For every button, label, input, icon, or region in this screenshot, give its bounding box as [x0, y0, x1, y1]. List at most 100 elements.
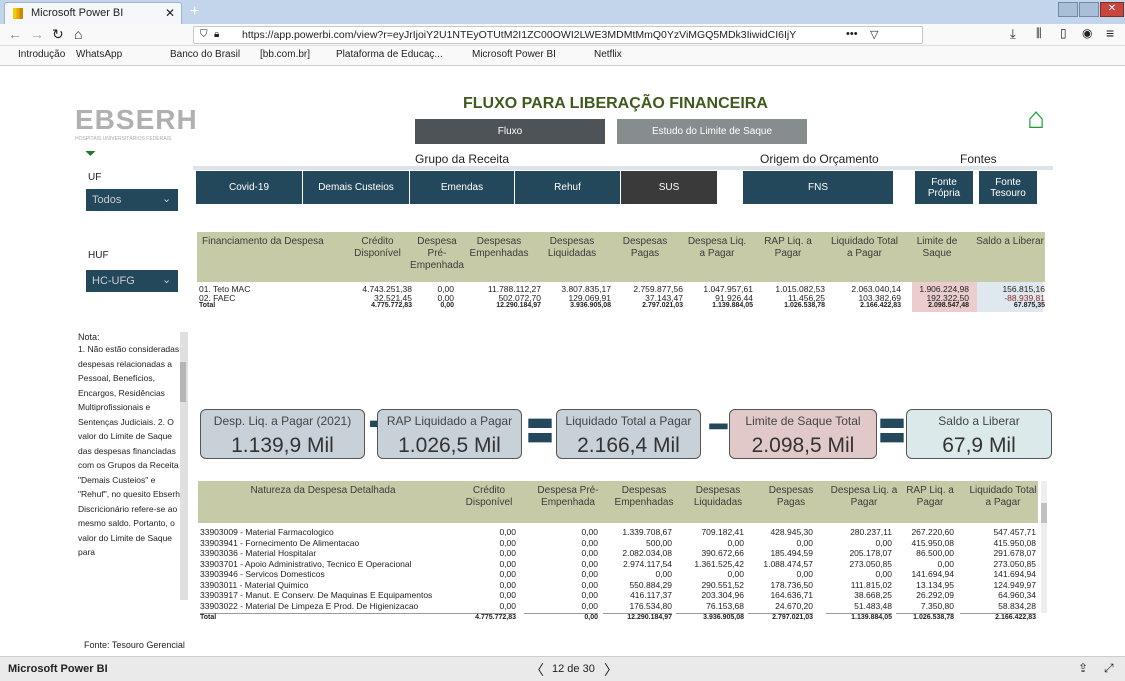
table1-total-cell: 3.936.905,08 [570, 302, 611, 309]
ebserh-logo: EBSERH HOSPITAIS UNIVERSITÁRIOS FEDERAIS [75, 104, 198, 142]
table2-header-cell[interactable]: Despesa Pré-Empenhada [530, 485, 606, 509]
more-actions-icon[interactable]: ••• [846, 28, 858, 40]
table1-total-cell: Total [199, 302, 216, 309]
table2-cell: 0,00 [581, 527, 598, 537]
table2-cell: 0,00 [499, 579, 516, 590]
tab-close-icon[interactable]: ✕ [165, 6, 175, 20]
table2-header-cell[interactable]: Natureza da Despesa Detalhada [198, 485, 448, 497]
table2-cell: 0,00 [581, 569, 598, 579]
logo-subtitle: HOSPITAIS UNIVERSITÁRIOS FEDERAIS [75, 136, 172, 142]
browser-tab[interactable]: Microsoft Power BI ✕ [4, 2, 182, 24]
filter-fonte-propria[interactable]: Fonte Própria [915, 171, 973, 204]
bookmark-banco-do-brasil[interactable]: Banco do Brasil [170, 49, 240, 60]
logo-text: EBSERH [75, 104, 198, 135]
prev-page-icon[interactable]: 〈 [530, 660, 544, 680]
fullscreen-icon[interactable]: ⤢ [1104, 661, 1114, 676]
pocket-icon[interactable]: ▽ [870, 28, 878, 41]
table1-header-cell[interactable]: Crédito Disponível [345, 236, 410, 260]
table1-header-cell[interactable]: Despesas Empenhadas [463, 236, 535, 260]
extension-icon[interactable]: ◉ [1082, 26, 1092, 40]
home-icon[interactable]: ⌂ [74, 26, 82, 42]
table2-scrollbar-thumb[interactable] [1041, 503, 1047, 523]
table2-cell: 76.153,68 [706, 600, 744, 611]
table2-cell: 0,00 [581, 590, 598, 600]
table1-header-cell[interactable]: Despesa Liq. a Pagar [684, 236, 750, 260]
table2-cell: 33903917 - Manut. E Conserv. De Maquinas… [200, 590, 433, 600]
status-bar: Microsoft Power BI 〈 12 de 30 〉 ⇪ ⤢ [0, 656, 1125, 681]
table2-cell: 0,00 [581, 558, 598, 569]
filter-demais-custeios[interactable]: Demais Custeios [303, 171, 409, 204]
table2-cell: 58.834,28 [998, 600, 1036, 611]
minimize-icon[interactable] [1058, 2, 1078, 17]
table2-header-cell[interactable]: Liquidado Total a Pagar [968, 485, 1038, 509]
table2-cell: 1.361.525,42 [694, 558, 744, 569]
table2-header-cell[interactable]: RAP Liq. a Pagar [898, 485, 962, 509]
filter-fns[interactable]: FNS [743, 171, 893, 204]
table2-header-cell[interactable]: Despesa Liq. a Pagar [830, 485, 898, 509]
bookmark-whatsapp[interactable]: WhatsApp [76, 49, 122, 60]
close-window-icon[interactable]: ✕ [1100, 2, 1124, 17]
table1-header-cell[interactable]: RAP Liq. a Pagar [753, 236, 823, 260]
table2-cell: 111.815,02 [850, 579, 892, 590]
table2-cell: 709.182,41 [701, 527, 744, 537]
maximize-icon[interactable] [1079, 2, 1099, 17]
filter-sus[interactable]: SUS [621, 171, 717, 204]
uf-dropdown[interactable]: Todos ⌄ [86, 189, 178, 211]
table2-cell: 0,00 [581, 600, 598, 611]
status-app-name: Microsoft Power BI [8, 663, 108, 675]
table1-header-cell[interactable]: Saldo a Liberar [976, 236, 1044, 248]
menu-icon[interactable]: ≡ [1106, 25, 1114, 41]
nav-estudo-button[interactable]: Estudo do Limite de Saque [617, 119, 807, 144]
table1-total-cell: 2.797.021,03 [642, 302, 683, 309]
table1-header-cell[interactable]: Despesa Pré-Empenhada [407, 236, 467, 272]
clear-filter-icon[interactable]: ⏷ [85, 145, 96, 162]
page-title: FLUXO PARA LIBERAÇÃO FINANCEIRA [463, 95, 768, 112]
table2-cell: 86.500,00 [916, 548, 954, 558]
new-tab-icon[interactable]: + [190, 3, 199, 21]
bookmark-bb-com-br[interactable]: [bb.com.br] [260, 49, 310, 60]
natureza-table: Natureza da Despesa Detalhada Crédito Dis… [198, 481, 1048, 629]
table2-header-cell[interactable]: Despesas Liquidadas [680, 485, 756, 509]
table1-header-cell[interactable]: Despesas Pagas [610, 236, 680, 260]
forward-icon[interactable]: → [30, 26, 44, 42]
chevron-down-icon: ⌄ [162, 193, 172, 205]
table2-header-cell[interactable]: Crédito Disponível [456, 485, 522, 509]
bookmark-netflix[interactable]: Netflix [594, 49, 622, 60]
home-icon[interactable]: ⌂ [1027, 102, 1045, 136]
table1-header-cell[interactable]: Despesas Liquidadas [537, 236, 607, 260]
note-scrollbar-thumb[interactable] [180, 362, 186, 402]
chevron-down-icon: ⌄ [162, 274, 172, 286]
nav-fluxo-button[interactable]: Fluxo [415, 119, 605, 144]
bookmark-introducao[interactable]: Introdução [18, 49, 65, 60]
sidebar-icon[interactable]: ▯ [1060, 26, 1067, 40]
table1-total-cell: 12.290.184,97 [496, 302, 541, 309]
table2-cell: 0,00 [581, 548, 598, 558]
library-icon[interactable]: ⫼ [1036, 26, 1042, 41]
table2-scrollbar[interactable] [1041, 481, 1047, 613]
bookmark-plataforma[interactable]: Plataforma de Educaç... [336, 49, 443, 60]
filter-covid-19[interactable]: Covid-19 [196, 171, 302, 204]
table2-header-cell[interactable]: Despesas Pagas [758, 485, 824, 509]
kpi-limite-saque: Limite de Saque Total 2.098,5 Mil [729, 409, 877, 459]
next-page-icon[interactable]: 〉 [604, 660, 618, 680]
back-icon[interactable]: ← [8, 26, 22, 42]
table1-header-cell[interactable]: Limite de Saque [904, 236, 970, 260]
table1-header-cell[interactable]: Liquidado Total a Pagar [827, 236, 902, 260]
table1-header-cell[interactable]: Financiamento da Despesa [202, 236, 342, 248]
bookmark-powerbi[interactable]: Microsoft Power BI [472, 49, 556, 60]
download-icon[interactable]: ⤓ [1010, 26, 1016, 42]
note-scrollbar[interactable] [180, 332, 186, 600]
url-text[interactable]: https://app.powerbi.com/view?r=eyJrIjoiY… [242, 29, 842, 41]
filter-fonte-tesouro[interactable]: Fonte Tesouro [979, 171, 1037, 204]
share-icon[interactable]: ⇪ [1078, 661, 1088, 675]
group-receita-label: Grupo da Receita [415, 152, 510, 166]
filter-rehuf[interactable]: Rehuf [515, 171, 620, 204]
reload-icon[interactable]: ↻ [52, 26, 64, 43]
uf-label: UF [88, 172, 102, 183]
table2-total-cell: 2.797.021,03 [748, 613, 813, 621]
table2-header-cell[interactable]: Despesas Empenhadas [606, 485, 682, 509]
table2-total-cell: 3.936.905,08 [676, 613, 744, 621]
huf-dropdown[interactable]: HC-UFG ⌄ [86, 270, 178, 292]
filter-emendas[interactable]: Emendas [410, 171, 514, 204]
url-bar[interactable]: ⛉ 🔒︎ https://app.powerbi.com/view?r=eyJr… [193, 26, 923, 44]
